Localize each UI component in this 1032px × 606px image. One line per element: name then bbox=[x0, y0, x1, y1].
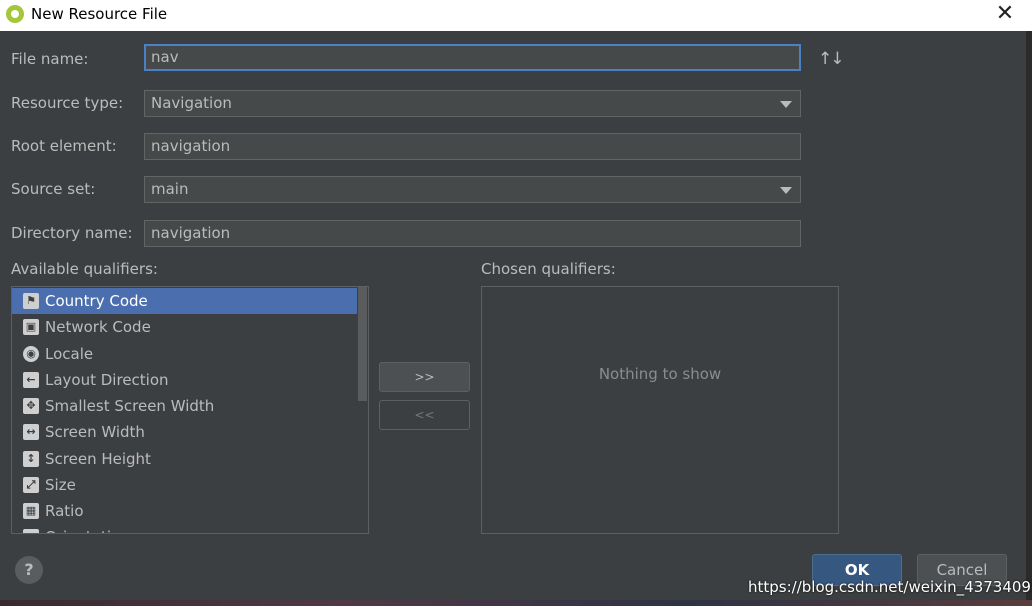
chosen-qualifiers-list[interactable]: Nothing to show bbox=[481, 286, 839, 534]
title-bar: New Resource File ✕ bbox=[0, 0, 1032, 31]
dialog-title: New Resource File bbox=[31, 5, 168, 23]
list-item-ratio[interactable]: ▦ Ratio bbox=[12, 498, 357, 524]
root-element-label: Root element: bbox=[11, 137, 117, 155]
available-qualifiers-label: Available qualifiers: bbox=[11, 260, 158, 278]
list-item-country-code[interactable]: ⚑ Country Code bbox=[12, 288, 357, 314]
globe-icon: ◉ bbox=[23, 346, 39, 362]
root-element-input[interactable]: navigation bbox=[144, 133, 801, 160]
screen-height-icon: ↕ bbox=[23, 451, 39, 467]
remove-qualifier-button[interactable]: << bbox=[379, 400, 470, 430]
add-qualifier-button[interactable]: >> bbox=[379, 362, 470, 392]
source-set-value: main bbox=[151, 180, 189, 198]
source-set-select[interactable]: main bbox=[144, 176, 801, 203]
watermark-text: https://blog.csdn.net/weixin_43734095 bbox=[748, 578, 1032, 596]
network-code-icon: ▣ bbox=[23, 319, 39, 335]
help-button[interactable]: ? bbox=[15, 556, 43, 584]
ratio-icon: ▦ bbox=[23, 503, 39, 519]
list-item-screen-height[interactable]: ↕ Screen Height bbox=[12, 446, 357, 472]
list-item-screen-width[interactable]: ↔ Screen Width bbox=[12, 419, 357, 445]
country-code-icon: ⚑ bbox=[23, 293, 39, 309]
screen-width-icon: ↔ bbox=[23, 424, 39, 440]
android-studio-icon bbox=[6, 5, 24, 23]
empty-state-text: Nothing to show bbox=[598, 365, 722, 383]
list-scrollbar[interactable] bbox=[357, 287, 368, 533]
directory-name-label: Directory name: bbox=[11, 224, 133, 242]
orientation-icon: ▭ bbox=[23, 529, 39, 533]
resource-type-value: Navigation bbox=[151, 94, 232, 112]
file-name-label: File name: bbox=[11, 50, 89, 68]
list-item-network-code[interactable]: ▣ Network Code bbox=[12, 314, 357, 340]
list-item-orientation[interactable]: ▭ Orientation bbox=[12, 524, 357, 533]
file-name-input[interactable]: nav bbox=[144, 44, 801, 71]
resource-type-label: Resource type: bbox=[11, 94, 124, 112]
smallest-width-icon: ✥ bbox=[23, 398, 39, 414]
chevron-down-icon bbox=[780, 101, 792, 108]
list-item-size[interactable]: ⤢ Size bbox=[12, 472, 357, 498]
list-item-layout-direction[interactable]: ← Layout Direction bbox=[12, 367, 357, 393]
available-qualifiers-list[interactable]: ⚑ Country Code ▣ Network Code ◉ Locale ←… bbox=[11, 286, 369, 534]
directory-name-input[interactable]: navigation bbox=[144, 220, 801, 247]
sort-icon[interactable]: ↑↓ bbox=[818, 49, 844, 69]
size-icon: ⤢ bbox=[23, 477, 39, 493]
list-item-locale[interactable]: ◉ Locale bbox=[12, 341, 357, 367]
chevron-down-icon bbox=[780, 187, 792, 194]
layout-direction-icon: ← bbox=[23, 372, 39, 388]
scrollbar-thumb[interactable] bbox=[358, 287, 367, 401]
resource-type-select[interactable]: Navigation bbox=[144, 90, 801, 117]
list-item-smallest-screen-width[interactable]: ✥ Smallest Screen Width bbox=[12, 393, 357, 419]
chosen-qualifiers-label: Chosen qualifiers: bbox=[481, 260, 616, 278]
close-icon[interactable]: ✕ bbox=[992, 1, 1018, 27]
source-set-label: Source set: bbox=[11, 180, 96, 198]
